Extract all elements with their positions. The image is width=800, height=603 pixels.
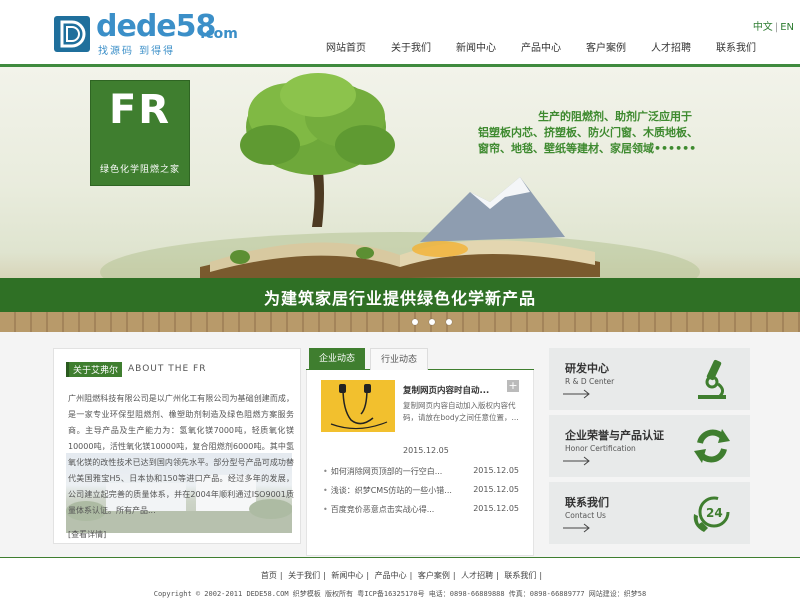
arrow-right-icon (563, 389, 590, 399)
refresh-icon (694, 429, 730, 463)
arrow-right-icon (563, 523, 590, 533)
logo-text: dede58 (96, 9, 216, 44)
news-list-item[interactable]: 百度竞价恶意点击实战心得... 2015.12.05 (323, 504, 519, 523)
news-item-title[interactable]: 浅谈：织梦CMS仿站的一些小错... (323, 485, 452, 504)
news-item-title[interactable]: 如何消除网页顶部的一行空白... (323, 466, 443, 485)
main-content: 关于艾弗尔 ABOUT THE FR 广州阻燃科技有限公司是以广州化工有限公司为… (0, 332, 800, 557)
page: dede58 .com 找源码 到得得 中文 | EN 网站首页 关于我们 新闻中心… (0, 0, 800, 603)
service-subtitle: Contact Us (565, 511, 606, 520)
brand-badge-title: FR (108, 87, 172, 133)
about-title-en: ABOUT THE FR (128, 364, 207, 374)
banner-tagline: 生产的阻燃剂、助剂广泛应用于 铝塑板内芯、挤塑板、防火门窗、木质地板、 窗帘、地… (478, 109, 738, 157)
about-panel: 关于艾弗尔 ABOUT THE FR 广州阻燃科技有限公司是以广州化工有限公司为… (53, 348, 301, 544)
nav-item-news[interactable]: 新闻中心 (456, 39, 496, 55)
news-item-date: 2015.12.05 (473, 466, 519, 475)
about-header: 关于艾弗尔 ABOUT THE FR (66, 361, 206, 377)
lang-cn-link[interactable]: 中文 (753, 22, 773, 33)
slider-dot[interactable] (446, 319, 452, 325)
slider-dot[interactable] (412, 319, 418, 325)
main-nav: 网站首页 关于我们 新闻中心 产品中心 客户案例 人才招聘 联系我们 (326, 39, 781, 55)
service-title: 研发中心 (565, 362, 609, 375)
nav-item-cases[interactable]: 客户案例 (586, 39, 626, 55)
services-panel: 研发中心 R & D Center 企业荣誉与产品认证 Honor Certif… (549, 348, 750, 544)
slider-dots (412, 319, 463, 325)
news-list: 如何消除网页顶部的一行空白... 2015.12.05 浅谈：织梦CMS仿站的一… (323, 466, 519, 523)
about-text: 广州阻燃科技有限公司是以广州化工有限公司为基础创建而成，是一家专业环保型阻燃剂、… (68, 394, 294, 515)
tab-company-news[interactable]: 企业动态 (309, 348, 365, 370)
service-subtitle: Honor Certification (565, 444, 636, 453)
nav-item-contact[interactable]: 联系我们 (716, 39, 756, 55)
footer-link-news[interactable]: 新闻中心 (331, 571, 363, 580)
service-card-contact[interactable]: 联系我们 Contact Us 24 (549, 482, 750, 544)
tagline-line-3: 窗帘、地毯、壁纸等建材、家居领域•••••• (478, 142, 697, 155)
slider-dot[interactable] (429, 319, 435, 325)
hero-banner: FR 绿色化学阻燃之家 生产的阻燃剂、助剂广泛应用于 铝塑板内芯、挤塑板、防火门… (0, 67, 800, 332)
more-plus-icon[interactable]: + (507, 380, 519, 392)
about-tag: 关于艾弗尔 (66, 361, 123, 377)
lang-en-link[interactable]: EN (780, 22, 794, 33)
wood-floor-strip (0, 312, 800, 332)
featured-news-date: 2015.12.05 (403, 446, 449, 455)
phone-24-badge: 24 (706, 506, 723, 520)
news-item-date: 2015.12.05 (473, 485, 519, 494)
earphones-image (330, 384, 388, 430)
service-title: 企业荣誉与产品认证 (565, 429, 664, 442)
nav-item-products[interactable]: 产品中心 (521, 39, 561, 55)
footer-link-cases[interactable]: 客户案例 (418, 571, 450, 580)
service-card-rd[interactable]: 研发中心 R & D Center (549, 348, 750, 410)
copyright: Copyright © 2002-2011 DEDE58.COM 织梦模板 版权… (153, 590, 647, 598)
nav-item-about[interactable]: 关于我们 (391, 39, 431, 55)
news-thumbnail[interactable] (321, 380, 395, 432)
service-title: 联系我们 (565, 496, 609, 509)
service-card-honor[interactable]: 企业荣誉与产品认证 Honor Certification (549, 415, 750, 477)
footer-link-about[interactable]: 关于我们 (288, 571, 320, 580)
news-item-date: 2015.12.05 (473, 504, 519, 513)
news-list-item[interactable]: 浅谈：织梦CMS仿站的一些小错... 2015.12.05 (323, 485, 519, 504)
footer-link-jobs[interactable]: 人才招聘 (461, 571, 493, 580)
lang-separator: | (774, 22, 779, 33)
featured-news-desc: 复制网页内容自动加入版权内容代码，请放在body之间任意位置，... (403, 401, 519, 422)
site-footer: 首页 | 关于我们 | 新闻中心 | 产品中心 | 客户案例 | 人才招聘 | 联系我们 | … (0, 558, 800, 603)
brand-badge: FR 绿色化学阻燃之家 (90, 80, 190, 186)
tab-industry-news[interactable]: 行业动态 (370, 348, 428, 370)
footer-link-contact[interactable]: 联系我们 (504, 571, 536, 580)
banner-slogan-bar: 为建筑家居行业提供绿色化学新产品 (0, 278, 800, 312)
microscope-icon (698, 359, 726, 399)
phone-24-icon: 24 (693, 496, 730, 532)
logo-suffix: .com (200, 26, 238, 42)
brand-badge-subtitle: 绿色化学阻燃之家 (99, 165, 180, 175)
footer-link-home[interactable]: 首页 (261, 571, 277, 580)
tagline-line-1: 生产的阻燃剂、助剂广泛应用于 (538, 110, 692, 123)
site-header: dede58 .com 找源码 到得得 中文 | EN 网站首页 关于我们 新闻中心… (0, 0, 800, 64)
news-panel: 企业动态 行业动态 复制网页内容时自动... + 复制网页内容自动加入版权内容代… (306, 348, 534, 556)
about-more-link[interactable]: [查看详情] (68, 529, 106, 540)
logo-d-icon (54, 16, 90, 52)
arrow-right-icon (563, 456, 590, 466)
news-body: 复制网页内容时自动... + 复制网页内容自动加入版权内容代码，请放在body之… (306, 370, 534, 556)
news-tabs: 企业动态 行业动态 (306, 348, 534, 370)
news-list-item[interactable]: 如何消除网页顶部的一行空白... 2015.12.05 (323, 466, 519, 485)
footer-nav: 首页 | 关于我们 | 新闻中心 | 产品中心 | 客户案例 | 人才招聘 | 联系我们 | (260, 571, 543, 580)
service-subtitle: R & D Center (565, 377, 615, 386)
nav-item-jobs[interactable]: 人才招聘 (651, 39, 691, 55)
site-logo[interactable]: dede58 .com 找源码 到得得 (54, 10, 244, 57)
logo-slogan: 找源码 到得得 (98, 46, 176, 57)
footer-link-products[interactable]: 产品中心 (375, 571, 407, 580)
news-item-title[interactable]: 百度竞价恶意点击实战心得... (323, 504, 435, 523)
tagline-line-2: 铝塑板内芯、挤塑板、防火门窗、木质地板、 (478, 126, 698, 139)
featured-news-title[interactable]: 复制网页内容时自动... (403, 384, 489, 396)
banner-slogan: 为建筑家居行业提供绿色化学新产品 (263, 289, 536, 308)
nav-item-home[interactable]: 网站首页 (326, 39, 366, 55)
language-switcher: 中文 | EN (753, 18, 794, 33)
